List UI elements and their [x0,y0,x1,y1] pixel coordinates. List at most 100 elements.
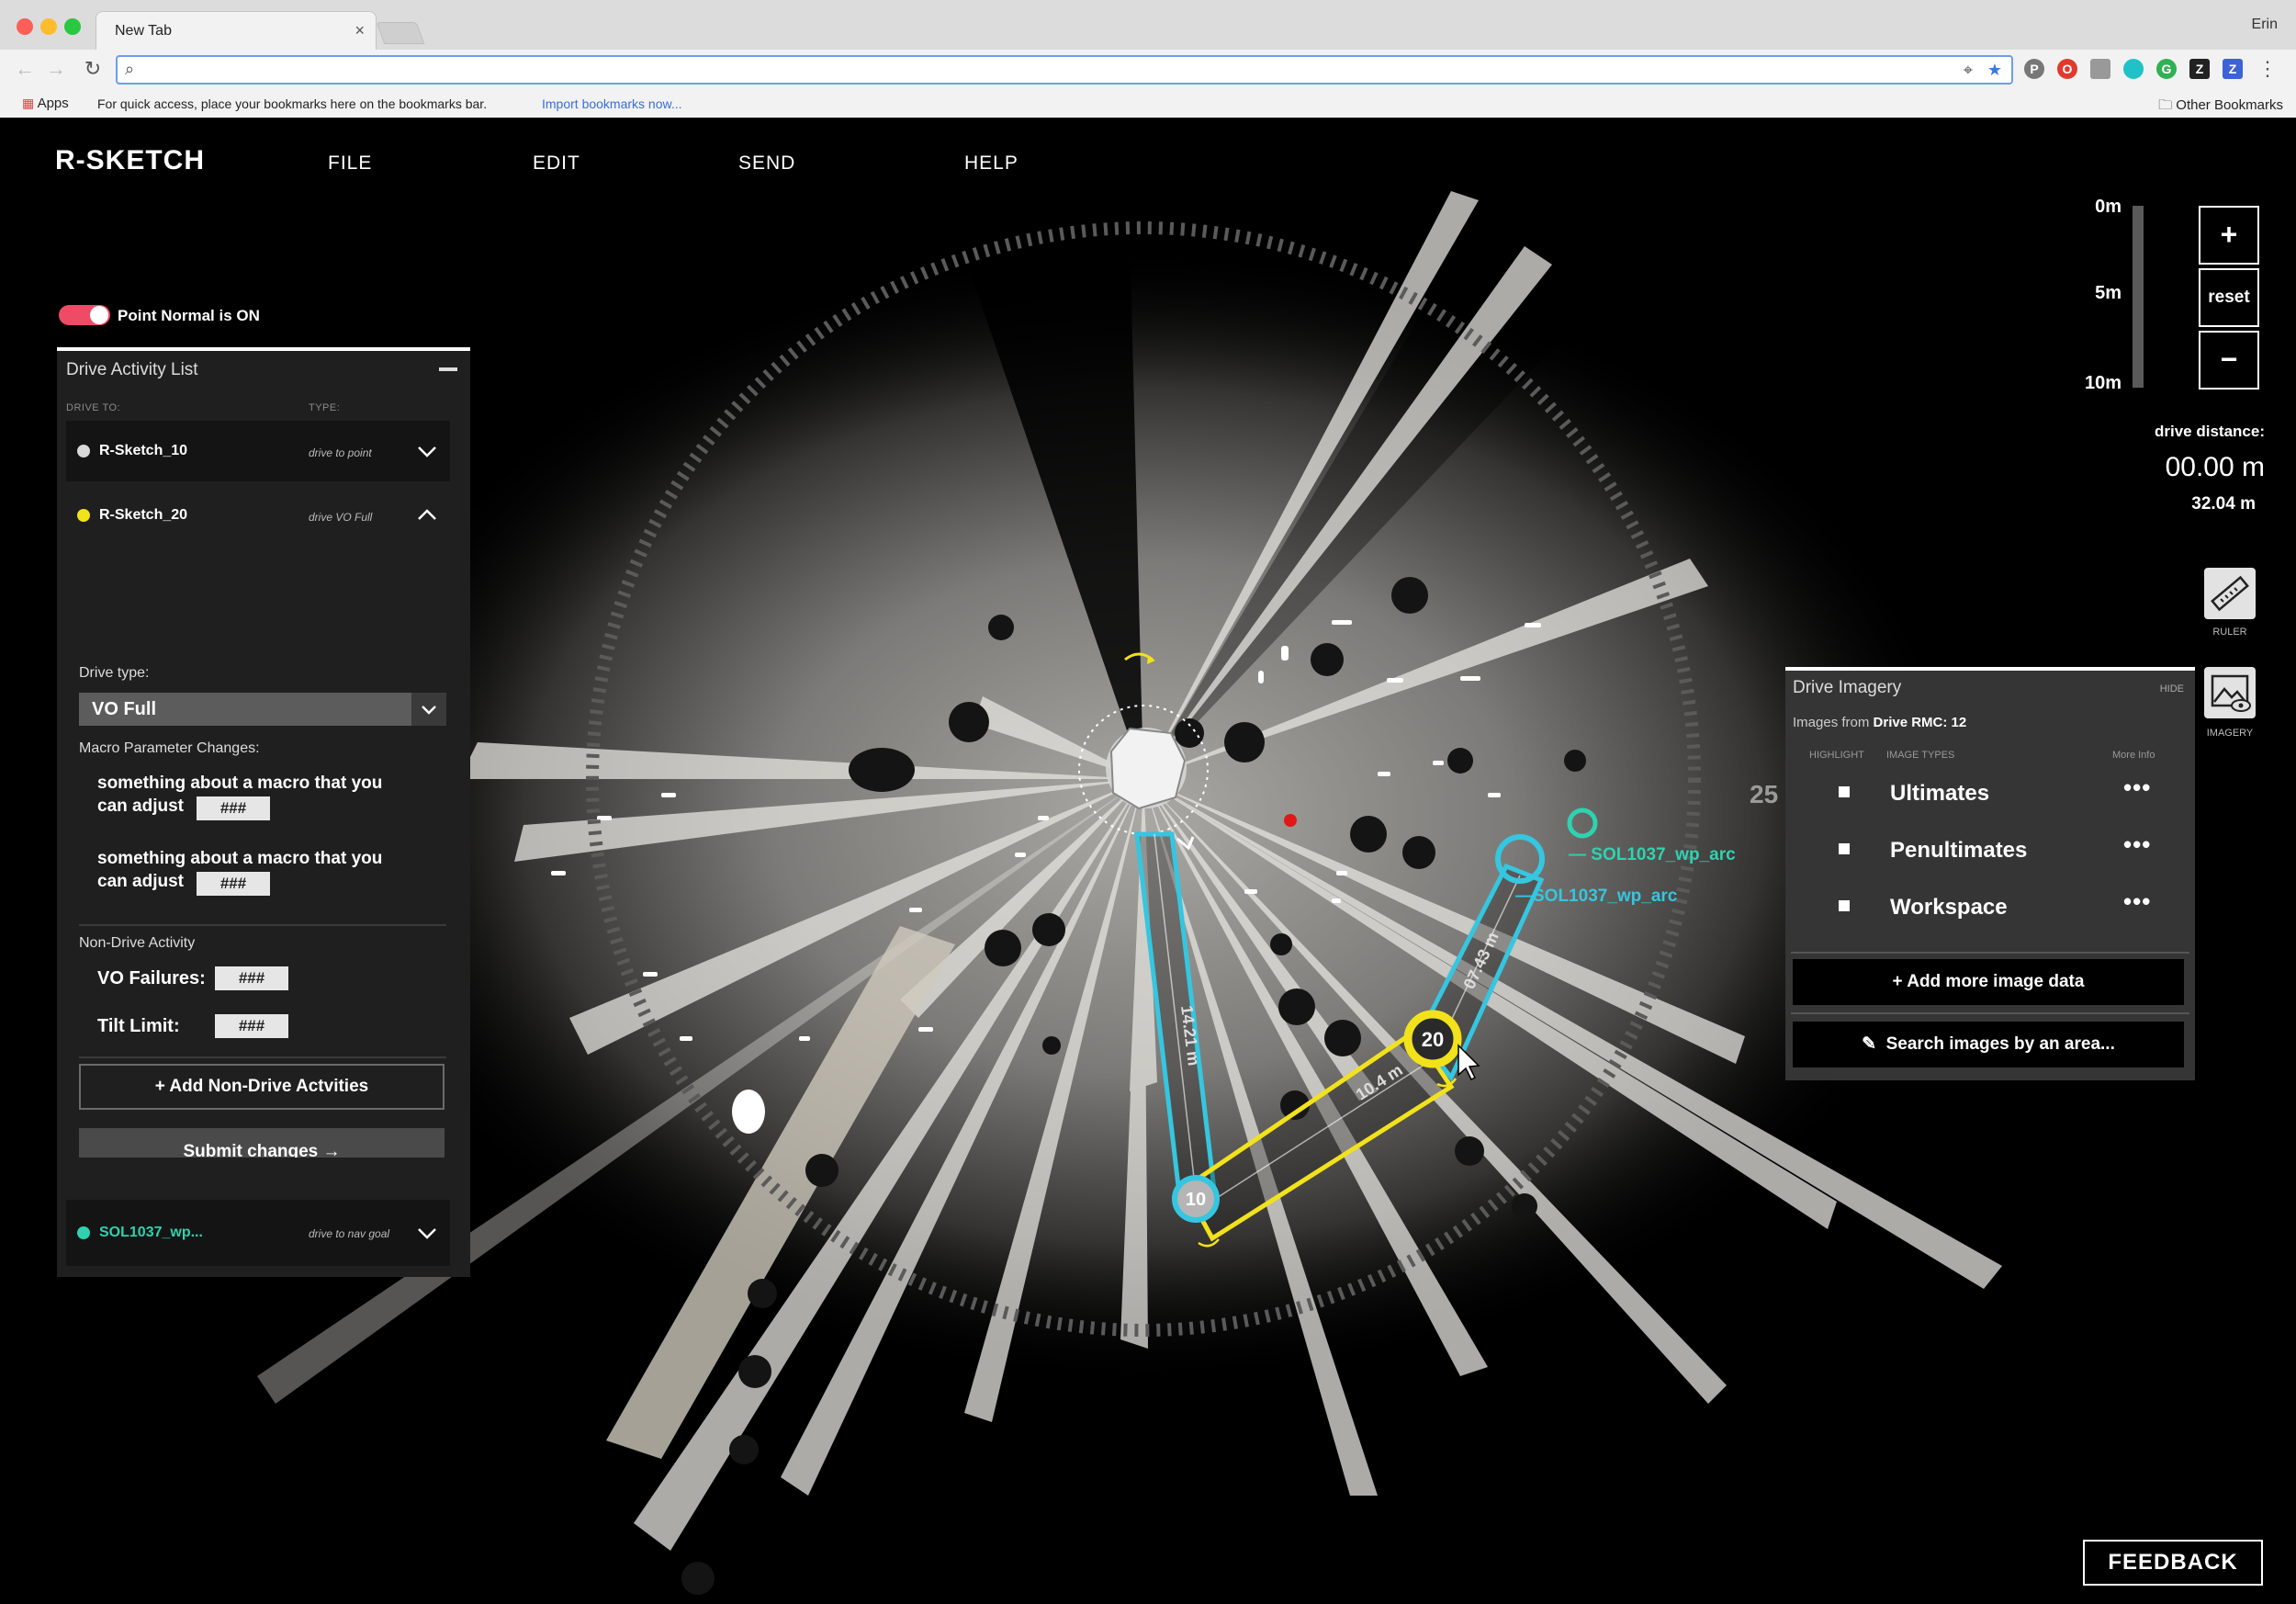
zoom-reset-button[interactable]: reset [2199,268,2259,327]
import-bookmarks-link[interactable]: Import bookmarks now... [542,96,682,111]
drive-type-select[interactable]: VO Full [79,693,446,726]
chevron-down-icon[interactable] [415,1221,439,1245]
drive-distance-value: 00.00 m [2165,452,2265,482]
imagery-tool-button[interactable] [2204,667,2256,718]
bookmark-star-icon[interactable]: ★ [1987,61,2002,80]
teal-extension-icon[interactable] [2123,59,2144,79]
title-bar: New Tab × Erin [0,0,2296,50]
other-bookmarks[interactable]: 🗀 Other Bookmarks [2158,96,2283,119]
menu-help[interactable]: HELP [964,152,1019,175]
tab-close-icon[interactable]: × [355,21,365,40]
highlight-checkbox[interactable] [1839,786,1850,797]
vo-failures-field[interactable]: ### [215,966,288,990]
forward-icon[interactable]: → [44,57,68,81]
ruler-icon [2211,575,2249,612]
tab-title: New Tab [115,23,172,39]
panel-title: Drive Imagery [1793,678,1902,697]
feedback-button[interactable]: FEEDBACK [2083,1540,2263,1586]
image-type-row[interactable]: Penultimates ••• [1791,825,2189,882]
pinterest-extension-icon[interactable]: P [2024,59,2044,79]
maximize-window-button[interactable] [64,18,81,35]
highlight-checkbox[interactable] [1839,843,1850,854]
divider [1791,952,2189,954]
imagery-source: Images from Drive RMC: 12 [1793,715,1967,730]
new-tab-button[interactable] [376,22,425,44]
zoom-in-button[interactable]: + [2199,206,2259,265]
panel-title: Drive Activity List [66,360,198,379]
hide-panel-button[interactable]: HIDE [2160,683,2184,695]
macro-value-2[interactable]: ### [197,872,270,896]
close-window-button[interactable] [17,18,33,35]
activity-item-rsketch-10[interactable]: R-Sketch_10 drive to point [66,421,450,481]
chevron-down-icon[interactable] [415,439,439,463]
zoom-scale-track[interactable] [2133,206,2144,388]
search-icon: ⌕ [125,60,135,78]
back-icon[interactable]: ← [13,57,37,81]
waypoint-20-label: 20 [1422,1028,1444,1051]
minimize-window-button[interactable] [40,18,57,35]
apps-grid-icon: ▦ [22,96,35,110]
search-images-button[interactable]: ✎ Search images by an area... [1793,1022,2184,1067]
drive-type-label: Drive type: [79,665,150,681]
scale-label-0m: 0m [2095,197,2122,217]
more-options-icon[interactable]: ••• [2123,830,2151,859]
status-dot [77,445,90,457]
reload-icon[interactable]: ↻ [81,57,105,81]
apps-shortcut[interactable]: ▦ Apps [22,96,69,111]
opera-extension-icon[interactable]: O [2057,59,2077,79]
scale-label-10m: 10m [2084,373,2122,393]
tilt-limit-field[interactable]: ### [215,1014,288,1038]
macro-param-1: something about a macro that you can adj… [97,774,383,816]
image-eye-icon [2211,674,2251,712]
z-extension-icon[interactable]: Z [2189,59,2210,79]
more-options-icon[interactable]: ••• [2123,774,2151,802]
browser-menu-icon[interactable]: ⋮ [2256,57,2279,81]
z-blue-extension-icon[interactable]: Z [2223,59,2243,79]
menu-send[interactable]: SEND [738,152,795,175]
more-options-icon[interactable]: ••• [2123,887,2151,916]
browser-tab[interactable]: New Tab × [96,11,377,50]
activity-item-rsketch-20[interactable]: R-Sketch_20 drive VO Full [66,485,450,546]
divider [79,924,446,926]
activity-item-sol1037[interactable]: SOL1037_wp... drive to nav goal [66,1200,450,1266]
activity-type: drive to nav goal [309,1227,390,1240]
select-toggle[interactable] [411,693,446,726]
menu-edit[interactable]: EDIT [533,152,580,175]
location-icon[interactable]: ⌖ [1964,61,1973,80]
folder-icon: 🗀 [2158,97,2173,113]
image-type-row[interactable]: Ultimates ••• [1791,768,2189,825]
target-dot[interactable] [1284,814,1297,827]
macro-value-1[interactable]: ### [197,796,270,820]
tilt-limit-label: Tilt Limit: [97,1016,180,1036]
divider [1791,1012,2189,1014]
col-type: TYPE: [309,402,341,413]
menu-file[interactable]: FILE [328,152,372,175]
activity-name: R-Sketch_20 [99,507,188,523]
image-type-row[interactable]: Workspace ••• [1791,882,2189,939]
grammarly-extension-icon[interactable]: G [2156,59,2177,79]
highlight-checkbox[interactable] [1839,900,1850,911]
chevron-up-icon[interactable] [415,503,439,527]
image-type-name: Workspace [1890,895,2008,920]
address-bar[interactable]: ⌕ ⌖ ★ [116,55,2013,85]
app-logo[interactable]: R-SKETCH [55,145,205,176]
profile-name[interactable]: Erin [2252,17,2278,33]
drive-distance-label: drive distance: [2155,423,2265,440]
point-normal-toggle[interactable] [59,305,110,325]
vo-failures-label: VO Failures: [97,968,206,988]
drive-type-value: VO Full [92,699,156,719]
bookmarks-bar: ▦ Apps For quick access, place your book… [0,90,2296,118]
ruler-tool-button[interactable] [2204,568,2256,619]
browser-toolbar: ← → ↻ ⌕ ⌖ ★ P O G Z Z ⋮ [0,50,2296,90]
drive-imagery-panel: Drive Imagery HIDE Images from Drive RMC… [1785,667,2195,1080]
col-more-info: More Info [2112,750,2155,761]
collapse-panel-button[interactable] [439,367,457,371]
bookmarks-hint: For quick access, place your bookmarks h… [97,96,488,111]
add-non-drive-button[interactable]: + Add Non-Drive Actvities [79,1064,445,1110]
non-drive-label: Non-Drive Activity [79,935,196,951]
goal-label-1: — SOL1037_wp_arc [1569,845,1736,864]
add-image-data-button[interactable]: + Add more image data [1793,959,2184,1005]
screenshot-extension-icon[interactable] [2090,59,2110,79]
col-image-types: IMAGE TYPES [1886,750,1955,761]
zoom-out-button[interactable]: − [2199,331,2259,390]
